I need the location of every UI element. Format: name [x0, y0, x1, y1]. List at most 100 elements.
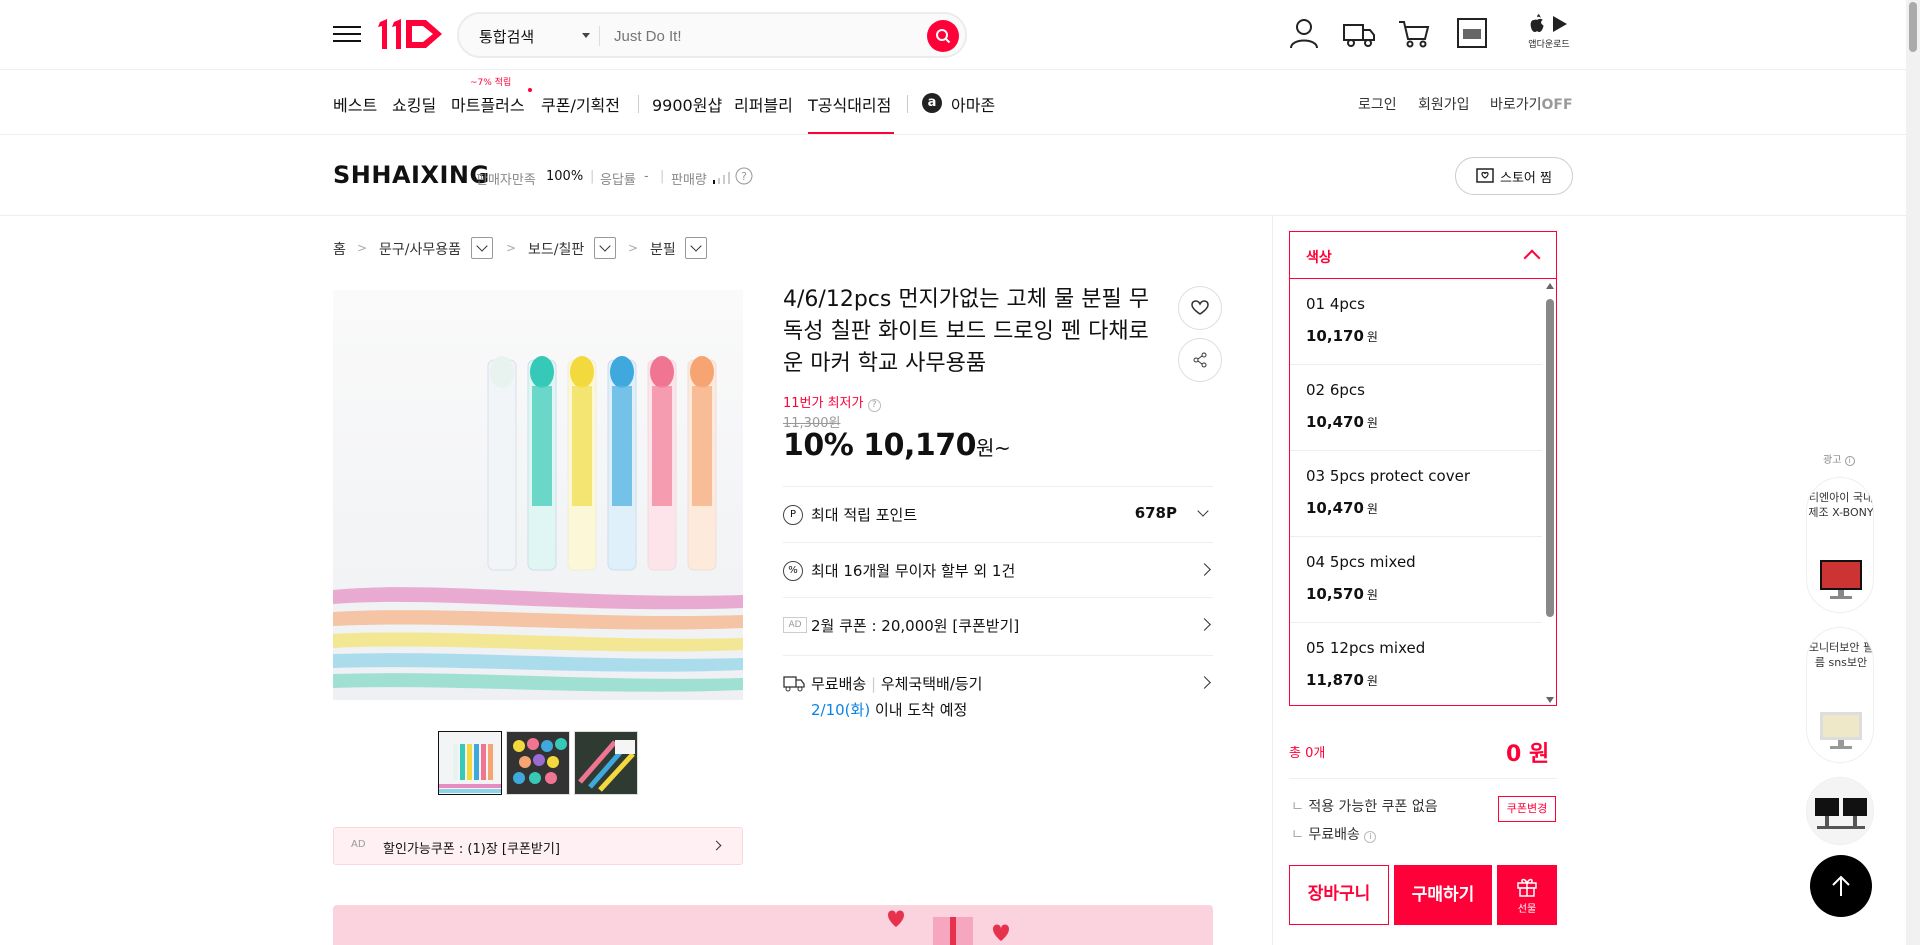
store-follow-button[interactable]: 스토어 찜 — [1455, 157, 1573, 195]
nav-refurbly[interactable]: 리퍼블리 — [734, 92, 793, 116]
info-icon[interactable]: i — [1844, 456, 1855, 466]
nav-9900-shop[interactable]: 9900원샵 — [652, 92, 722, 116]
breadcrumb-dropdown[interactable] — [471, 237, 493, 259]
category-nav: 베스트 쇼킹딜 ~7% 적립 마트플러스 쿠폰/기획전 9900원샵 리퍼블리 … — [0, 70, 1920, 135]
coupon-row[interactable]: AD 2월 쿠폰 : 20,000원 [쿠폰받기] — [783, 597, 1213, 653]
price-unit: 원~ — [976, 436, 1011, 460]
points-value: 678P — [1134, 504, 1177, 522]
thumbnail-image — [439, 732, 501, 794]
ad-label: 광고 i — [1823, 451, 1855, 466]
share-button[interactable] — [1178, 338, 1222, 382]
points-row[interactable]: P 최대 적립 포인트 678P — [783, 486, 1213, 542]
breadcrumb-chalk[interactable]: 분필 — [650, 239, 676, 259]
arrival-date: 2/10(화) — [811, 701, 871, 719]
app-download-link[interactable]: 앱다운로드 — [1527, 14, 1571, 50]
response-value: - — [644, 169, 649, 184]
breadcrumb-board[interactable]: 보드/칠판 — [528, 239, 584, 259]
recent-view-icon[interactable] — [1455, 16, 1489, 50]
delivery-truck-icon[interactable] — [1342, 16, 1376, 50]
mart-plus-badge: ~7% 적립 — [470, 78, 512, 88]
ad-card-1[interactable]: 티엔아이 국내제조 X-BONY — [1806, 477, 1874, 613]
info-icon[interactable]: i — [1364, 831, 1377, 843]
scroll-down-arrow[interactable] — [1546, 697, 1554, 703]
11st-logo[interactable] — [374, 14, 449, 54]
coupon-change-button[interactable]: 쿠폰변경 — [1498, 796, 1556, 822]
sales-label: 판매량 — [671, 173, 707, 188]
scroll-thumb[interactable] — [1546, 299, 1554, 617]
scroll-up-arrow[interactable] — [1546, 283, 1554, 289]
gift-button[interactable]: 선물 — [1497, 865, 1557, 925]
chevron-up-icon[interactable] — [1523, 249, 1541, 267]
thumbnail-3[interactable] — [574, 731, 638, 795]
nav-best[interactable]: 베스트 — [333, 92, 377, 116]
option-item[interactable]: 04 5pcs mixed 10,570 원 — [1290, 537, 1542, 623]
nav-mart-plus[interactable]: 마트플러스 — [451, 92, 525, 116]
signup-link[interactable]: 회원가입 — [1418, 94, 1470, 114]
response-label: 응답률 — [600, 173, 636, 188]
search-input[interactable] — [614, 22, 914, 50]
help-icon[interactable]: ? — [735, 167, 753, 185]
installment-text: 최대 16개월 무이자 할부 외 1건 — [811, 562, 1016, 580]
installment-row[interactable]: % 최대 16개월 무이자 할부 외 1건 — [783, 542, 1213, 598]
cart-icon[interactable] — [1397, 16, 1431, 50]
user-icon[interactable] — [1287, 16, 1321, 50]
discount-rate: 10% — [783, 428, 854, 463]
page-scrollbar[interactable] — [1906, 0, 1920, 945]
store-name[interactable]: SHHAIXING — [333, 161, 490, 189]
help-icon[interactable]: ? — [867, 399, 881, 412]
option-item[interactable]: 05 12pcs mixed 11,870 원 — [1290, 623, 1542, 705]
option-item[interactable]: 02 6pcs 10,470 원 — [1290, 365, 1542, 451]
free-shipping-text: 무료배송 — [1308, 827, 1360, 843]
ad-card-text: 티엔아이 국내제조 X-BONY — [1808, 491, 1874, 519]
search-box: 통합검색 — [457, 12, 967, 58]
ad-card-text: 모니터보안 필름 sns보안 — [1808, 641, 1874, 669]
option-price-value: 10,170 — [1306, 327, 1364, 345]
coupon-none-text: 적용 가능한 쿠폰 없음 — [1308, 799, 1438, 815]
shortcut-link[interactable]: 바로가기OFF — [1490, 94, 1573, 114]
shipping-row[interactable]: 무료배송 | 우체국택배/등기 2/10(화) 이내 도착 예정 — [783, 655, 1213, 725]
login-link[interactable]: 로그인 — [1358, 94, 1397, 114]
search-button[interactable] — [927, 20, 959, 52]
buy-now-button[interactable]: 구매하기 — [1394, 865, 1492, 925]
won-unit: 원 — [1366, 502, 1378, 516]
nav-coupon[interactable]: 쿠폰/기획전 — [541, 92, 620, 116]
total-price: 0 원 — [1506, 742, 1550, 767]
monitor-film-image — [1820, 712, 1862, 749]
coupon-download-bar[interactable]: AD 할인가능쿠폰 : (1)장 [쿠폰받기] — [333, 827, 743, 865]
lowest-price-text: 11번가 최저가 — [783, 396, 864, 411]
thumbnail-image — [575, 732, 637, 794]
ad-card-2[interactable]: 모니터보안 필름 sns보안 — [1806, 627, 1874, 763]
option-header[interactable]: 색상 — [1290, 232, 1556, 279]
menu-icon[interactable] — [333, 21, 361, 47]
ad-card-3[interactable] — [1806, 777, 1874, 845]
chalk-pens-image — [333, 290, 743, 700]
amazon-icon: a — [922, 93, 942, 113]
product-main-image[interactable] — [333, 290, 743, 700]
chevron-down-icon[interactable] — [582, 33, 590, 38]
thumbnail-2[interactable] — [506, 731, 570, 795]
promo-banner[interactable] — [333, 905, 1213, 945]
add-to-cart-button[interactable]: 장바구니 — [1289, 865, 1389, 925]
chevron-right-icon — [1198, 563, 1211, 576]
wishlist-button[interactable] — [1178, 286, 1222, 330]
thumbnail-1[interactable] — [438, 731, 502, 795]
store-bar: SHHAIXING 판매자만족 100% | 응답률 - | 판매량 ? 스토어… — [0, 136, 1920, 216]
breadcrumb-dropdown[interactable] — [594, 237, 616, 259]
monitor-image — [1820, 560, 1862, 599]
breadcrumb-stationery[interactable]: 문구/사무용품 — [379, 239, 461, 259]
breadcrumb-dropdown[interactable] — [685, 237, 707, 259]
option-scrollbar[interactable] — [1546, 283, 1554, 703]
breadcrumb-home[interactable]: 홈 — [333, 239, 346, 259]
total-count: 총 0개 — [1289, 746, 1326, 761]
page-scroll-thumb[interactable] — [1909, 2, 1917, 52]
option-price-value: 10,470 — [1306, 413, 1364, 431]
search-category-select[interactable]: 통합검색 — [479, 26, 534, 47]
scroll-to-top-button[interactable] — [1810, 855, 1872, 917]
sale-price: 10% 10,170원~ — [783, 428, 1011, 463]
option-item[interactable]: 01 4pcs 10,170 원 — [1290, 279, 1542, 365]
delivery-truck-icon — [783, 676, 805, 692]
nav-shocking-deal[interactable]: 쇼킹딜 — [392, 92, 436, 116]
nav-amazon[interactable]: 아마존 — [951, 92, 995, 116]
nav-t-official[interactable]: T공식대리점 — [808, 92, 891, 116]
option-item[interactable]: 03 5pcs protect cover 10,470 원 — [1290, 451, 1542, 537]
